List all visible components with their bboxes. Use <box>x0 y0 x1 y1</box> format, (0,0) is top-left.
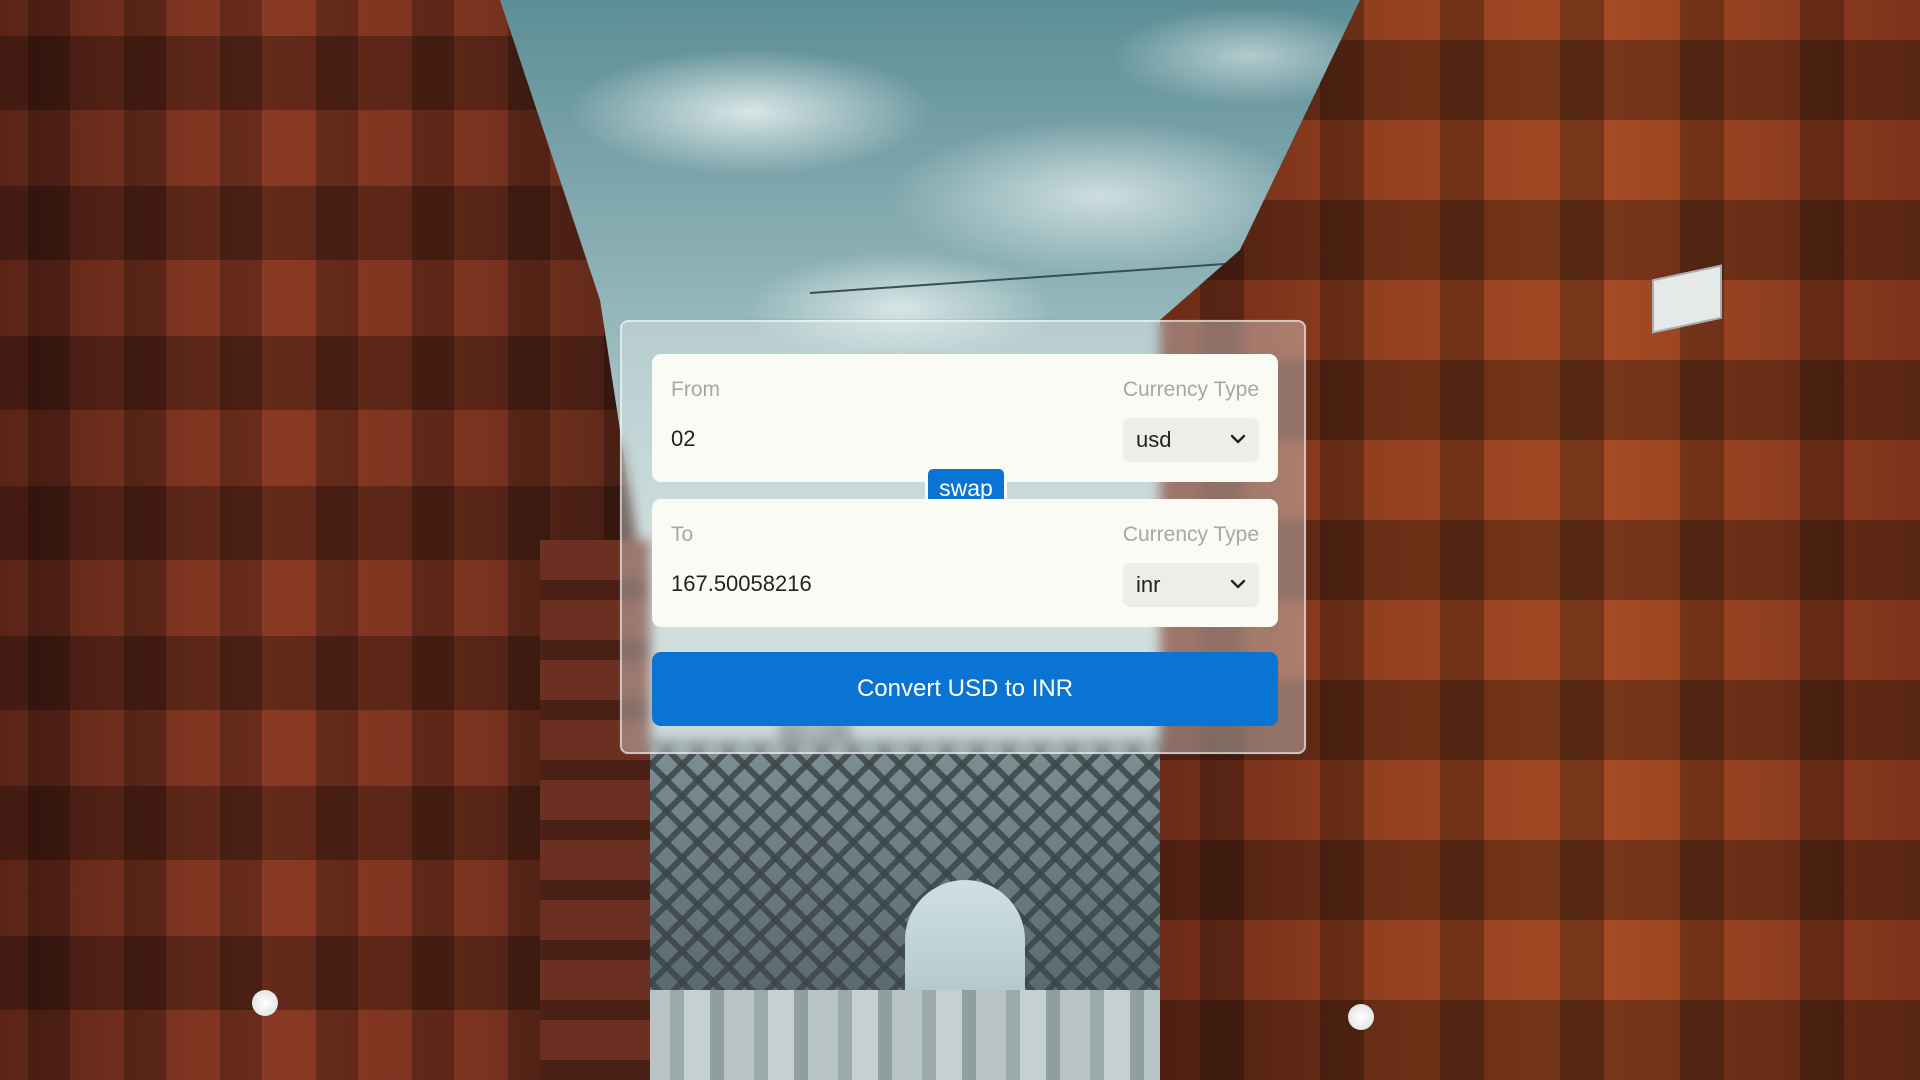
from-currency-type-label: Currency Type <box>1122 378 1259 401</box>
to-label: To <box>671 523 694 546</box>
convert-button[interactable]: Convert USD to INR <box>652 652 1278 726</box>
from-panel: From Currency Type usd <box>652 354 1278 482</box>
to-amount-output[interactable] <box>671 568 1091 600</box>
street-lamp <box>1348 1004 1374 1030</box>
chevron-down-icon <box>1230 434 1246 444</box>
to-currency-type-label: Currency Type <box>1122 523 1259 546</box>
to-currency-value: inr <box>1136 572 1161 597</box>
street-lamp <box>252 990 278 1016</box>
to-currency-select[interactable]: inr <box>1123 563 1259 607</box>
from-amount-input[interactable] <box>671 423 1091 455</box>
city-skyline <box>640 990 1200 1080</box>
from-currency-select[interactable]: usd <box>1123 418 1259 462</box>
from-label: From <box>671 378 720 401</box>
to-panel: To Currency Type inr <box>652 499 1278 627</box>
chevron-down-icon <box>1230 579 1246 589</box>
from-currency-value: usd <box>1136 427 1172 452</box>
currency-converter-card: From Currency Type usd swap To Currency … <box>620 320 1306 754</box>
